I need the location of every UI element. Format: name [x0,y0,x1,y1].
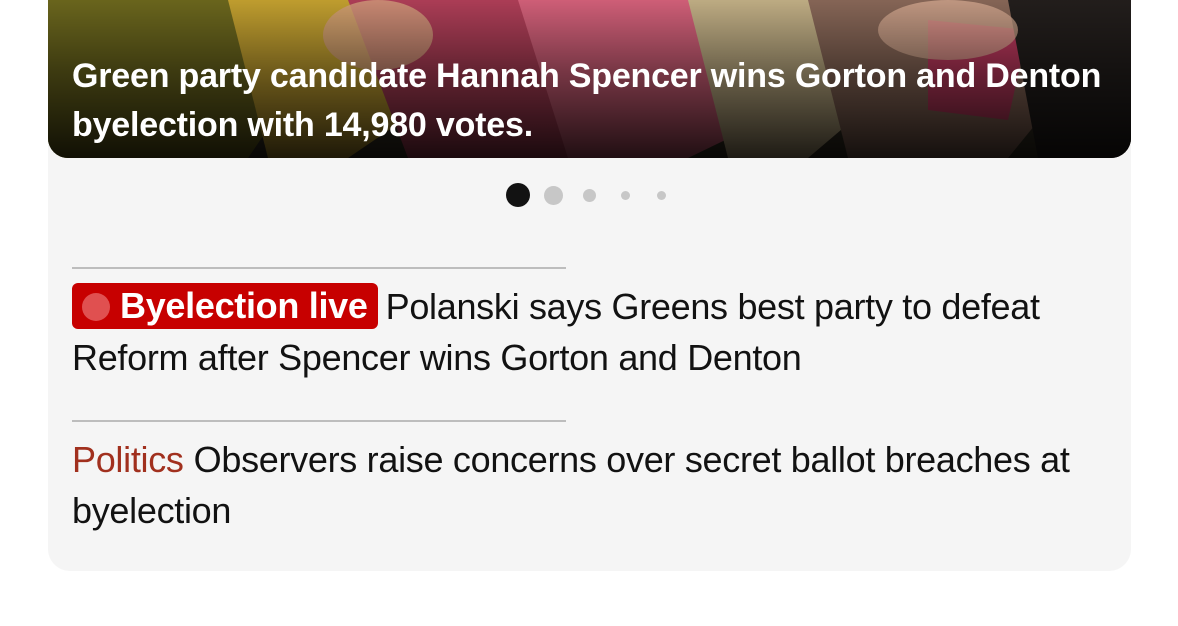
carousel-pagination [48,182,1131,208]
live-indicator-icon [82,293,110,321]
news-card: Green party candidate Hannah Spencer win… [48,0,1131,571]
live-badge-label: Byelection live [120,285,368,326]
hero-caption[interactable]: Green party candidate Hannah Spencer win… [72,52,1102,150]
live-badge: Byelection live [72,283,378,329]
story-link-live[interactable]: Byelection live Polanski says Greens best… [72,281,1082,383]
carousel-dot[interactable] [657,191,666,200]
carousel-dot[interactable] [621,191,630,200]
carousel-dot-active[interactable] [506,183,530,207]
carousel-dot[interactable] [544,186,563,205]
divider [72,267,566,269]
story-link[interactable]: Politics Observers raise concerns over se… [72,434,1082,536]
story-kicker: Politics [72,439,184,480]
carousel-dot[interactable] [583,189,596,202]
divider [72,420,566,422]
story-headline: Observers raise concerns over secret bal… [72,439,1070,531]
hero-image-link[interactable]: Green party candidate Hannah Spencer win… [48,0,1131,158]
